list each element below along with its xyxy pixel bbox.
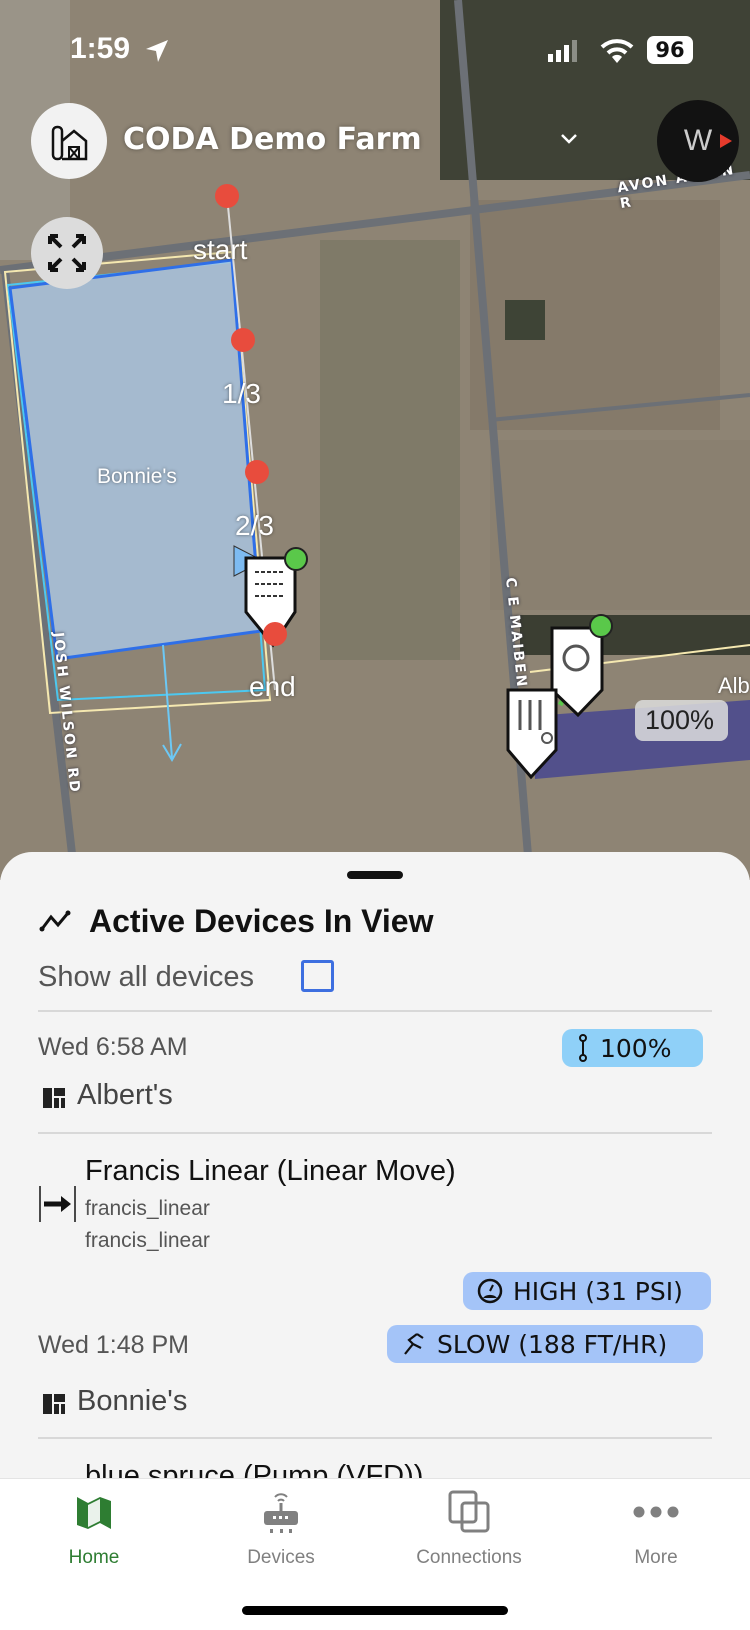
sheet-title: Active Devices In View xyxy=(89,903,434,939)
divider xyxy=(38,1010,712,1012)
compass-heading: W xyxy=(683,124,713,157)
sheet-drag-handle[interactable] xyxy=(347,871,403,879)
device-name: Francis Linear (Linear Move) xyxy=(85,1155,456,1187)
tab-devices[interactable]: Devices xyxy=(187,1479,375,1589)
badge-value: 100% xyxy=(600,1033,672,1063)
tab-more[interactable]: More xyxy=(562,1479,750,1589)
pin-start xyxy=(215,184,239,208)
entry-time: Wed 6:58 AM xyxy=(38,1033,188,1061)
pin-label-end: end xyxy=(249,671,296,702)
pressure-badge: HIGH (31 PSI) xyxy=(463,1272,711,1310)
tab-label: Connections xyxy=(416,1547,522,1568)
entry-field-name: Albert's xyxy=(77,1079,173,1111)
pin-label-start: start xyxy=(193,234,248,265)
farm-avatar-button[interactable] xyxy=(31,103,107,179)
gauge-icon xyxy=(477,1278,503,1304)
bottom-tab-bar: Home Devices Connections More xyxy=(0,1478,750,1630)
more-icon xyxy=(633,1506,679,1518)
expand-icon xyxy=(48,234,86,272)
device-serial: francis_linear xyxy=(85,1229,210,1252)
valve-icon xyxy=(579,1034,587,1062)
pressure-value: HIGH (31 PSI) xyxy=(513,1276,683,1306)
field-icon xyxy=(43,1394,65,1414)
trend-line-icon xyxy=(39,910,71,932)
compass-button[interactable]: W xyxy=(657,100,739,182)
field-label-alberts: Alb xyxy=(718,673,750,698)
active-devices-sheet: Active Devices In View Show all devices … xyxy=(0,852,750,1478)
tab-label: Devices xyxy=(247,1547,315,1568)
device-id: francis_linear xyxy=(85,1197,210,1220)
pin-1-3 xyxy=(231,328,255,352)
show-all-label: Show all devices xyxy=(38,961,254,993)
speed-icon xyxy=(404,1333,424,1355)
map-icon xyxy=(77,1497,111,1529)
chevron-down-icon[interactable] xyxy=(560,133,578,145)
tab-label: Home xyxy=(68,1547,120,1568)
entry-field-name: Bonnie's xyxy=(77,1385,188,1417)
valve-position-badge: 100% xyxy=(562,1029,703,1067)
field-icon xyxy=(43,1088,65,1108)
pin-end xyxy=(263,622,287,646)
device-name[interactable]: blue spruce (Pump (VFD)) xyxy=(85,1460,423,1478)
divider xyxy=(38,1437,712,1439)
router-icon xyxy=(264,1493,298,1533)
status-time: 1:59 xyxy=(70,32,131,65)
fullscreen-button[interactable] xyxy=(31,217,103,289)
signal-icon xyxy=(548,40,577,62)
divider xyxy=(38,1132,712,1134)
barn-icon xyxy=(51,125,88,161)
show-all-checkbox[interactable] xyxy=(301,960,334,992)
pin-label-2-3: 2/3 xyxy=(235,510,274,541)
field-label-bonnies: Bonnie's xyxy=(97,465,177,488)
home-indicator xyxy=(242,1606,508,1615)
tab-label: More xyxy=(634,1547,678,1568)
wifi-icon xyxy=(600,39,634,63)
tab-connections[interactable]: Connections xyxy=(375,1479,563,1589)
north-indicator-icon xyxy=(720,134,732,148)
battery-indicator: 96 xyxy=(647,36,693,64)
entry-time: Wed 1:48 PM xyxy=(38,1331,190,1359)
connections-icon xyxy=(448,1490,490,1533)
pin-2-3 xyxy=(245,460,269,484)
pin-label-1-3: 1/3 xyxy=(222,378,261,409)
map-view[interactable]: Bonnie's Alb start 1/3 2/3 end 100% AVON… xyxy=(0,0,750,880)
speed-value: SLOW (188 FT/HR) xyxy=(437,1329,668,1359)
location-arrow-icon xyxy=(146,40,168,62)
speed-badge: SLOW (188 FT/HR) xyxy=(387,1325,703,1363)
progress-label: 100% xyxy=(645,705,715,735)
tab-home[interactable]: Home xyxy=(0,1479,188,1589)
farm-selector-title[interactable]: CODA Demo Farm xyxy=(123,122,422,157)
linear-move-icon xyxy=(39,1186,76,1222)
